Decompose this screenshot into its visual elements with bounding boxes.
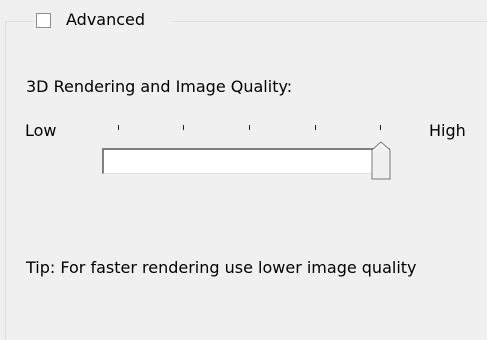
group-box-border [172,21,487,22]
advanced-checkbox[interactable] [36,13,51,28]
slider-tick [118,125,119,130]
tip-text: Tip: For faster rendering use lower imag… [26,258,417,277]
high-label: High [429,121,466,140]
low-label: Low [25,121,57,140]
slider-tick [380,125,381,130]
slider-tick [183,125,184,130]
quality-slider[interactable] [102,141,391,186]
group-box-border [5,21,33,22]
group-box-border [5,21,6,340]
quality-label: 3D Rendering and Image Quality: [26,77,293,96]
slider-thumb[interactable] [371,141,393,181]
slider-tick [315,125,316,130]
slider-track[interactable] [102,148,390,174]
slider-tick [249,125,250,130]
advanced-checkbox-label[interactable]: Advanced [66,10,145,30]
advanced-settings-panel: Advanced 3D Rendering and Image Quality:… [0,0,487,340]
